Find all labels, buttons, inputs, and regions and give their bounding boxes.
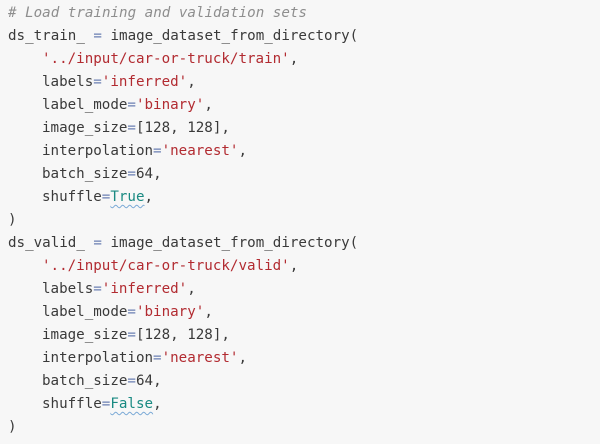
code-line-valid-interpolation: interpolation='nearest', <box>42 350 248 366</box>
train-label-mode-value: 'binary' <box>135 97 205 113</box>
train-shuffle-value: True <box>110 189 145 205</box>
code-line-valid-image-size: image_size=[128, 128], <box>42 327 230 343</box>
train-shuffle-key: shuffle <box>42 189 102 205</box>
valid-interpolation-value: 'nearest' <box>161 350 239 366</box>
train-batch-size-value: 64 <box>135 166 154 182</box>
valid-label-mode-key: label_mode <box>42 304 128 320</box>
train-image-size-key: image_size <box>42 120 128 136</box>
valid-function-call: image_dataset_from_directory( <box>110 235 359 251</box>
valid-image-size-value: [128, 128] <box>135 327 222 343</box>
train-batch-size-key: batch_size <box>42 166 128 182</box>
train-image-size-value: [128, 128] <box>135 120 222 136</box>
train-path-string: '../input/car-or-truck/train' <box>42 51 290 67</box>
code-line-train-batch-size: batch_size=64, <box>42 166 162 182</box>
valid-close-paren: ) <box>8 419 17 435</box>
code-line-valid-batch-size: batch_size=64, <box>42 373 162 389</box>
valid-batch-size-value: 64 <box>135 373 154 389</box>
code-line-valid-labels: labels='inferred', <box>42 281 196 297</box>
code-block: # Load training and validation sets ds_t… <box>0 0 600 444</box>
code-comment: # Load training and validation sets <box>8 5 307 21</box>
code-line-train-assign: ds_train_ = image_dataset_from_directory… <box>0 25 600 48</box>
code-line-valid-assign: ds_valid_ = image_dataset_from_directory… <box>0 232 600 255</box>
valid-batch-size-key: batch_size <box>42 373 128 389</box>
assign-operator: = <box>93 235 102 251</box>
valid-image-size-key: image_size <box>42 327 128 343</box>
valid-interpolation-key: interpolation <box>42 350 154 366</box>
valid-shuffle-key: shuffle <box>42 396 102 412</box>
valid-label-mode-value: 'binary' <box>135 304 205 320</box>
code-line-valid-shuffle: shuffle=False, <box>42 396 162 412</box>
assign-operator: = <box>93 28 102 44</box>
valid-labels-key: labels <box>42 281 94 297</box>
code-line-comment: # Load training and validation sets <box>0 2 600 25</box>
train-labels-key: labels <box>42 74 94 90</box>
train-labels-value: 'inferred' <box>101 74 188 90</box>
code-line-train-labels: labels='inferred', <box>42 74 196 90</box>
train-interpolation-key: interpolation <box>42 143 154 159</box>
code-line-train-shuffle: shuffle=True, <box>42 189 154 205</box>
train-interpolation-value: 'nearest' <box>161 143 239 159</box>
code-line-train-label-mode: label_mode='binary', <box>42 97 213 113</box>
train-variable: ds_train_ <box>8 28 85 44</box>
code-line-train-interpolation: interpolation='nearest', <box>42 143 248 159</box>
valid-path-string: '../input/car-or-truck/valid' <box>42 258 290 274</box>
valid-labels-value: 'inferred' <box>101 281 188 297</box>
train-label-mode-key: label_mode <box>42 97 128 113</box>
code-line-train-path: '../input/car-or-truck/train', <box>42 51 299 67</box>
train-function-call: image_dataset_from_directory( <box>110 28 359 44</box>
code-line-valid-close: ) <box>0 416 600 439</box>
valid-variable: ds_valid_ <box>8 235 85 251</box>
valid-shuffle-value: False <box>110 396 154 412</box>
code-line-valid-path: '../input/car-or-truck/valid', <box>42 258 299 274</box>
code-line-train-image-size: image_size=[128, 128], <box>42 120 230 136</box>
train-close-paren: ) <box>8 212 17 228</box>
code-line-train-close: ) <box>0 209 600 232</box>
code-line-valid-label-mode: label_mode='binary', <box>42 304 213 320</box>
